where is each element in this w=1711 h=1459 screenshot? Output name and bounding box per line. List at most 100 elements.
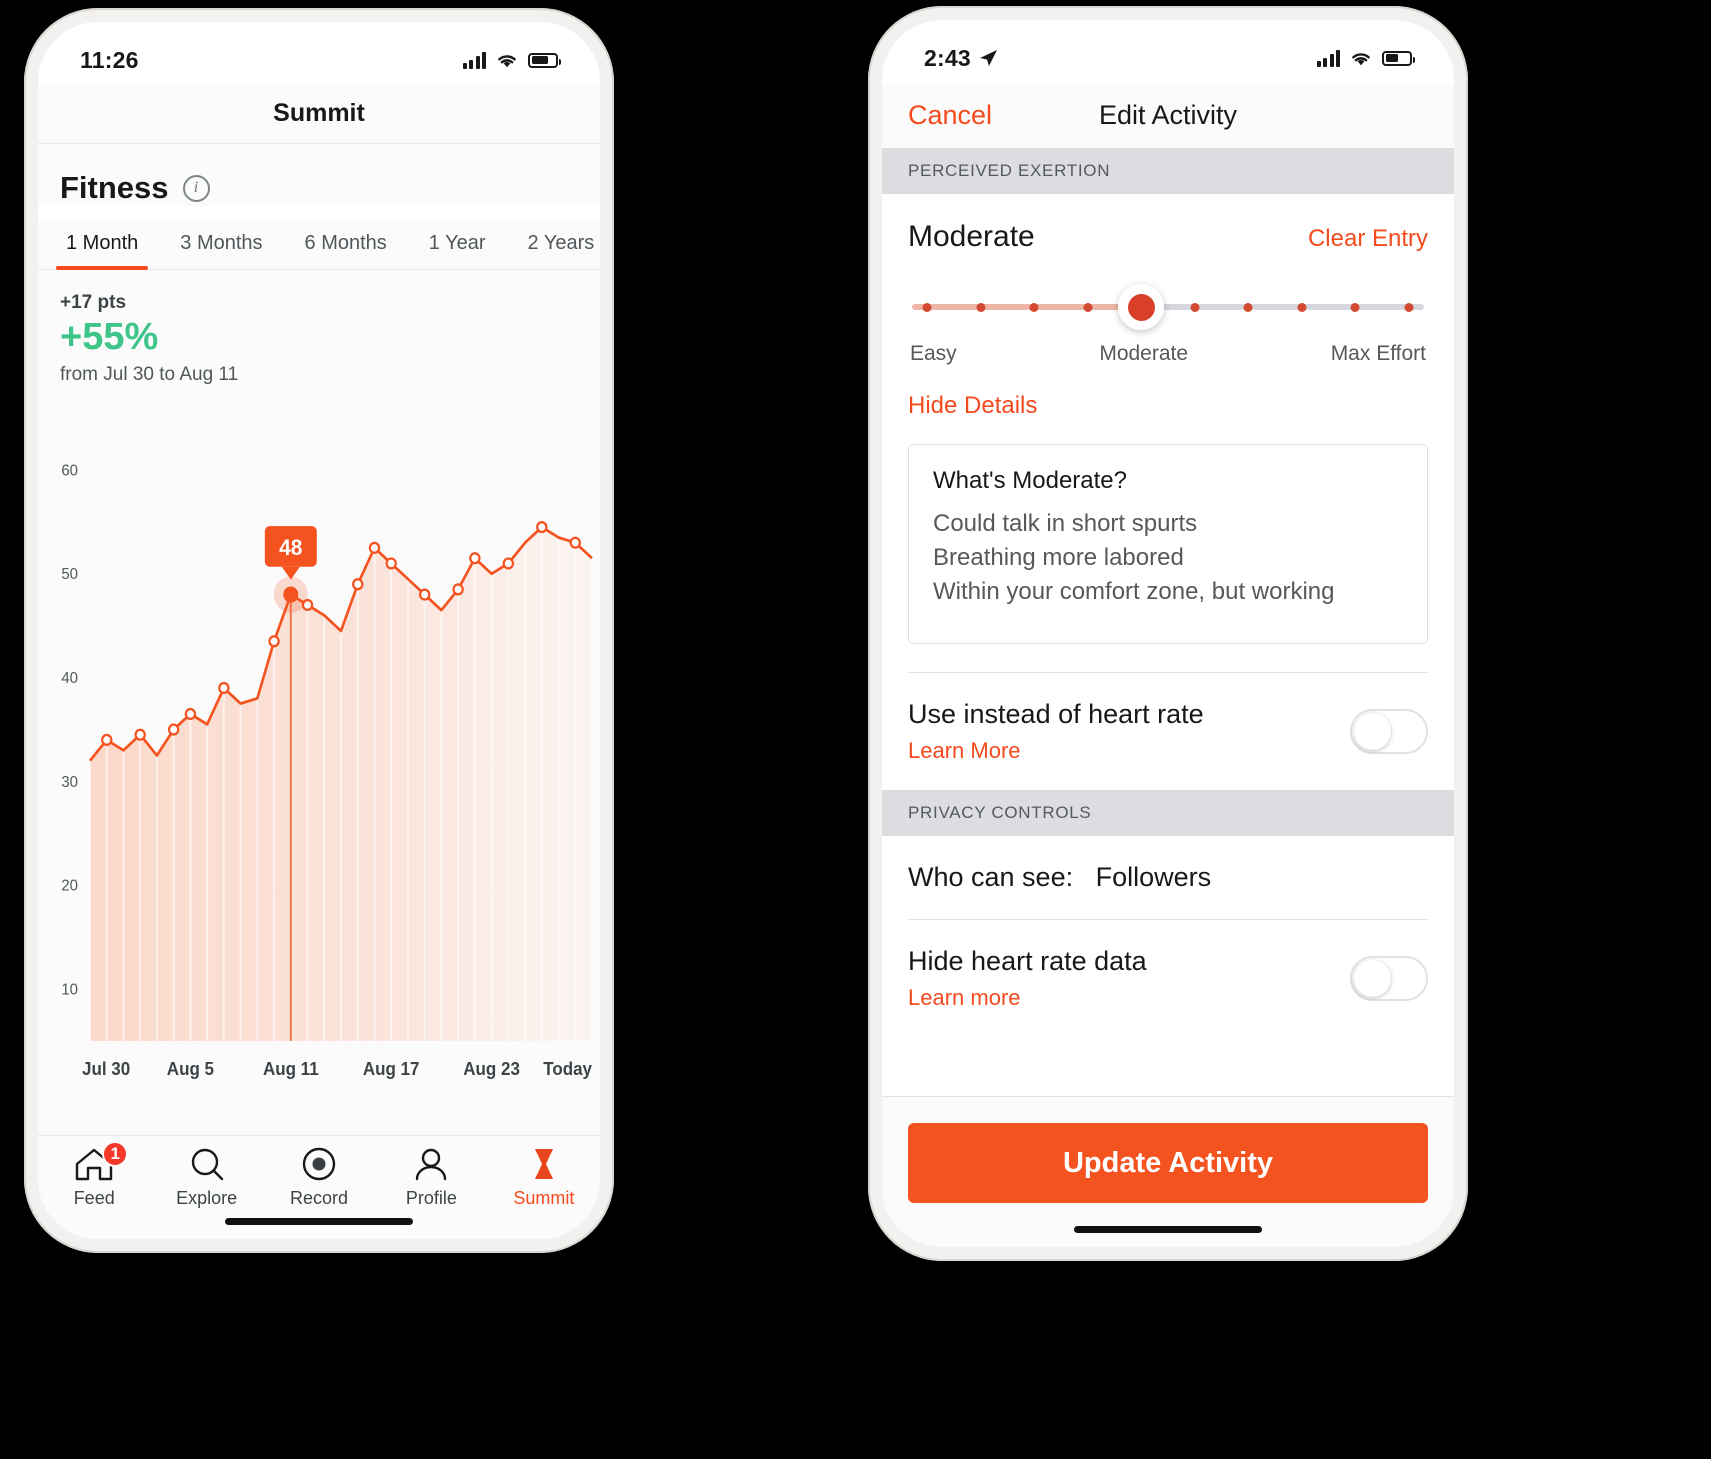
cancel-button[interactable]: Cancel xyxy=(908,100,992,131)
hide-heart-rate-data-row[interactable]: Hide heart rate data Learn more xyxy=(882,920,1454,1037)
slider-dot-2[interactable] xyxy=(1029,303,1039,312)
use-instead-of-heart-rate-row[interactable]: Use instead of heart rate Learn More xyxy=(882,673,1454,790)
fitness-area-chart[interactable]: 10 20 30 40 50 60 48 Jul 30 Aug 5 Aug 11 Aug 17 Aug… xyxy=(38,386,600,1135)
search-icon xyxy=(191,1148,223,1181)
status-icons-group-right xyxy=(1316,49,1415,67)
details-line-1: Could talk in short spurts xyxy=(933,510,1198,537)
exertion-value-row: Moderate Clear Entry xyxy=(908,220,1428,254)
status-icons-group xyxy=(462,51,561,69)
details-line-2: Breathing more labored xyxy=(933,544,1184,572)
slider-dot-0[interactable] xyxy=(922,303,932,312)
tab-label-summit: Summit xyxy=(513,1188,575,1208)
cellular-bars-icon xyxy=(1316,49,1340,67)
info-icon[interactable]: i xyxy=(182,174,210,202)
update-activity-button[interactable]: Update Activity xyxy=(908,1123,1428,1203)
tab-item-profile[interactable]: Profile xyxy=(375,1146,487,1209)
hide-heart-rate-learn-more-link[interactable]: Learn more xyxy=(908,985,1147,1011)
section-title: Fitness xyxy=(60,170,169,205)
y-axis-tick-60: 60 xyxy=(61,462,78,480)
y-axis-tick-50: 50 xyxy=(61,566,78,584)
edit-activity-nav-bar: Cancel Edit Activity xyxy=(882,82,1454,148)
exertion-slider[interactable] xyxy=(912,284,1424,330)
chart-point-3 xyxy=(134,728,146,741)
who-can-see-label: Who can see: xyxy=(908,862,1074,893)
tab-label-explore: Explore xyxy=(176,1188,238,1208)
chart-tooltip-value: 48 xyxy=(279,534,302,560)
use-instead-of-heart-rate-toggle[interactable] xyxy=(1350,709,1428,755)
range-tab-bar: 1 Month 3 Months 6 Months 1 Year 2 Years xyxy=(38,222,600,270)
cellular-bars-icon xyxy=(462,51,486,69)
chart-point-16 xyxy=(352,577,364,591)
points-delta: +17 pts xyxy=(60,292,127,313)
feed-badge: 1 xyxy=(102,1141,129,1167)
slider-dot-3[interactable] xyxy=(1083,303,1093,312)
range-tab-1-year[interactable]: 1 Year xyxy=(419,222,496,269)
fitness-stats: +17 pts +55% from Jul 30 to Aug 11 xyxy=(38,270,600,386)
who-can-see-row[interactable]: Who can see: Followers xyxy=(882,836,1454,919)
person-icon xyxy=(416,1148,447,1181)
hide-details-button[interactable]: Hide Details xyxy=(908,392,1428,420)
range-tab-6-months[interactable]: 6 Months xyxy=(295,222,397,269)
exertion-details-box: What's Moderate? Could talk in short spu… xyxy=(908,444,1428,645)
slider-dot-6[interactable] xyxy=(1243,303,1253,312)
slider-label-max-effort: Max Effort xyxy=(1330,342,1426,365)
chart-selected-point xyxy=(283,586,299,603)
x-axis-tick-aug-5: Aug 5 xyxy=(167,1059,214,1080)
tab-item-feed[interactable]: 1 Feed xyxy=(38,1141,150,1209)
status-time-group-right: 2:43 xyxy=(924,45,999,72)
y-axis-tick-30: 30 xyxy=(61,773,78,791)
location-arrow-icon xyxy=(979,50,997,66)
heart-rate-row-text: Use instead of heart rate Learn More xyxy=(908,699,1204,764)
x-axis-tick-aug-11: Aug 11 xyxy=(263,1059,319,1080)
chart-point-6 xyxy=(184,707,197,720)
chart-point-8 xyxy=(218,681,230,694)
chart-point-23 xyxy=(469,552,481,565)
edit-activity-footer: Update Activity xyxy=(882,1096,1454,1247)
wifi-icon xyxy=(1352,53,1370,66)
chart-point-25 xyxy=(502,557,515,570)
fitness-chart[interactable]: 10 20 30 40 50 60 48 Jul 30 Aug 5 Aug 11 Aug 17 Aug… xyxy=(38,385,600,1135)
slider-thumb[interactable] xyxy=(1118,284,1165,330)
chart-point-22 xyxy=(452,583,464,596)
tab-item-explore[interactable]: Explore xyxy=(150,1146,262,1209)
hide-heart-rate-data-toggle[interactable] xyxy=(1350,956,1428,1002)
slider-dot-1[interactable] xyxy=(976,303,986,312)
hide-heart-rate-text: Hide heart rate data Learn more xyxy=(908,946,1147,1011)
range-tab-2-years[interactable]: 2 Years xyxy=(518,222,600,269)
status-time: 11:26 xyxy=(80,46,139,73)
clear-entry-button[interactable]: Clear Entry xyxy=(1308,225,1428,253)
range-tab-1-month[interactable]: 1 Month xyxy=(56,222,149,270)
tab-item-summit[interactable]: Summit xyxy=(488,1146,600,1209)
heart-rate-row-label: Use instead of heart rate xyxy=(908,699,1204,730)
slider-dot-7[interactable] xyxy=(1297,303,1307,312)
y-axis-tick-10: 10 xyxy=(61,981,78,999)
y-axis-tick-20: 20 xyxy=(61,877,78,895)
privacy-controls-section-header: PRIVACY CONTROLS xyxy=(882,790,1454,837)
range-tab-3-months[interactable]: 3 Months xyxy=(170,222,272,269)
heart-rate-learn-more-link[interactable]: Learn More xyxy=(908,738,1204,764)
battery-icon xyxy=(528,52,561,68)
chart-point-17 xyxy=(368,541,381,554)
summit-chevron-icon xyxy=(534,1149,553,1179)
slider-dot-9[interactable] xyxy=(1404,303,1414,312)
who-can-see-value: Followers xyxy=(1095,862,1212,893)
slider-fill xyxy=(912,304,1142,310)
date-range: from Jul 30 to Aug 11 xyxy=(60,363,239,385)
slider-dot-8[interactable] xyxy=(1350,303,1360,312)
chart-point-27 xyxy=(536,520,548,534)
tab-item-record[interactable]: Record xyxy=(263,1146,375,1209)
slider-labels: Easy Moderate Max Effort xyxy=(908,342,1428,366)
edit-activity-body: Moderate Clear Entry Easy Moderate Max E… xyxy=(882,194,1454,1096)
tab-label-profile: Profile xyxy=(405,1188,457,1208)
screenshot-stage: 11:26 Summit Fitness i 1 Month 3 Months … xyxy=(0,0,1711,1459)
status-time-group: 11:26 xyxy=(80,47,139,74)
exertion-section: Moderate Clear Entry Easy Moderate Max E… xyxy=(882,194,1454,645)
perceived-exertion-section-header: PERCEIVED EXERTION xyxy=(882,148,1454,194)
chart-point-29 xyxy=(569,536,581,549)
status-bar-right: 2:43 xyxy=(882,20,1454,82)
slider-dot-5[interactable] xyxy=(1190,303,1200,312)
fitness-header: Fitness i xyxy=(38,144,600,206)
chart-point-20 xyxy=(418,588,431,601)
chart-point-5 xyxy=(167,723,180,736)
x-axis-tick-today: Today xyxy=(543,1059,592,1080)
